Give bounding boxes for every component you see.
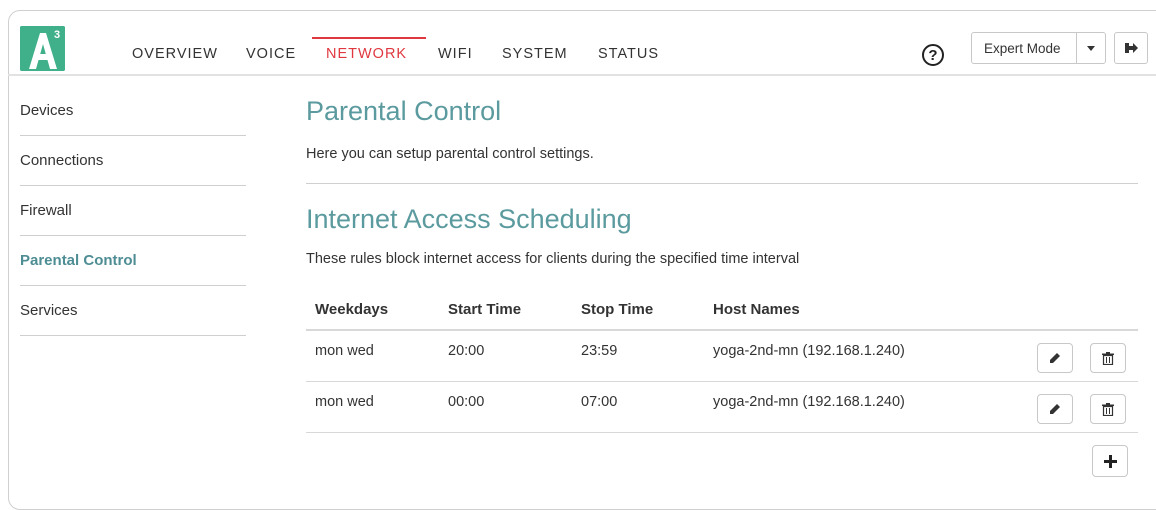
page-description: Here you can setup parental control sett…	[306, 146, 594, 162]
table-row: mon wed 20:00 23:59 yoga-2nd-mn (192.168…	[306, 331, 1138, 382]
mode-select-divider	[1076, 33, 1077, 63]
table-row: mon wed 00:00 07:00 yoga-2nd-mn (192.168…	[306, 382, 1138, 433]
cell-weekdays: mon wed	[315, 394, 374, 410]
cell-stop-time: 23:59	[581, 343, 618, 359]
pencil-icon	[1050, 404, 1060, 414]
cell-weekdays: mon wed	[315, 343, 374, 359]
mode-select[interactable]: Expert Mode	[971, 32, 1106, 64]
edit-rule-button[interactable]	[1037, 394, 1073, 424]
pencil-icon	[1050, 353, 1060, 363]
sidebar: Devices Connections Firewall Parental Co…	[20, 86, 246, 336]
delete-rule-button[interactable]	[1090, 394, 1126, 424]
nav-status[interactable]: STATUS	[598, 46, 659, 62]
sidebar-item-label: Firewall	[20, 202, 72, 219]
sidebar-item-services[interactable]: Services	[20, 286, 246, 336]
cell-host-names: yoga-2nd-mn (192.168.1.240)	[713, 394, 905, 410]
sidebar-item-devices[interactable]: Devices	[20, 86, 246, 136]
schedule-table: Weekdays Start Time Stop Time Host Names…	[306, 289, 1138, 477]
logo-a3-icon: 3	[20, 26, 65, 71]
nav-active-indicator	[312, 37, 426, 39]
trash-icon	[1102, 403, 1114, 416]
sidebar-item-label: Parental Control	[20, 252, 137, 269]
nav-network[interactable]: NETWORK	[326, 46, 407, 62]
brand-logo[interactable]: 3	[20, 26, 65, 71]
sign-out-icon	[1125, 43, 1138, 53]
section-title: Internet Access Scheduling	[306, 204, 632, 234]
section-description: These rules block internet access for cl…	[306, 251, 800, 267]
trash-icon	[1102, 352, 1114, 365]
add-rule-button[interactable]	[1092, 445, 1128, 477]
section-divider	[306, 183, 1138, 184]
page-title: Parental Control	[306, 96, 502, 126]
table-header: Weekdays Start Time Stop Time Host Names	[306, 289, 1138, 331]
question-circle-icon[interactable]: ?	[922, 44, 944, 66]
logout-button[interactable]	[1114, 32, 1148, 64]
sidebar-item-connections[interactable]: Connections	[20, 136, 246, 186]
sidebar-item-label: Connections	[20, 152, 104, 169]
column-header-stop-time: Stop Time	[581, 301, 654, 318]
edit-rule-button[interactable]	[1037, 343, 1073, 373]
sidebar-item-label: Devices	[20, 102, 74, 119]
nav-voice[interactable]: VOICE	[246, 46, 296, 62]
nav-wifi[interactable]: WIFI	[438, 46, 473, 62]
nav-overview[interactable]: OVERVIEW	[132, 46, 218, 62]
sidebar-item-parental-control[interactable]: Parental Control	[20, 236, 246, 286]
column-header-weekdays: Weekdays	[315, 301, 389, 318]
logo-superscript: 3	[54, 29, 60, 41]
sidebar-item-label: Services	[20, 302, 78, 319]
sidebar-item-firewall[interactable]: Firewall	[20, 186, 246, 236]
column-header-host-names: Host Names	[713, 301, 800, 318]
nav-system[interactable]: SYSTEM	[502, 46, 568, 62]
cell-host-names: yoga-2nd-mn (192.168.1.240)	[713, 343, 905, 359]
column-header-start-time: Start Time	[448, 301, 522, 318]
mode-select-value: Expert Mode	[984, 41, 1061, 56]
plus-icon	[1104, 455, 1117, 468]
cell-start-time: 00:00	[448, 394, 485, 410]
cell-start-time: 20:00	[448, 343, 485, 359]
chevron-down-icon[interactable]	[1087, 46, 1095, 51]
delete-rule-button[interactable]	[1090, 343, 1126, 373]
top-header: 3 OVERVIEW VOICE NETWORK WIFI SYSTEM STA…	[8, 10, 1156, 76]
cell-stop-time: 07:00	[581, 394, 618, 410]
